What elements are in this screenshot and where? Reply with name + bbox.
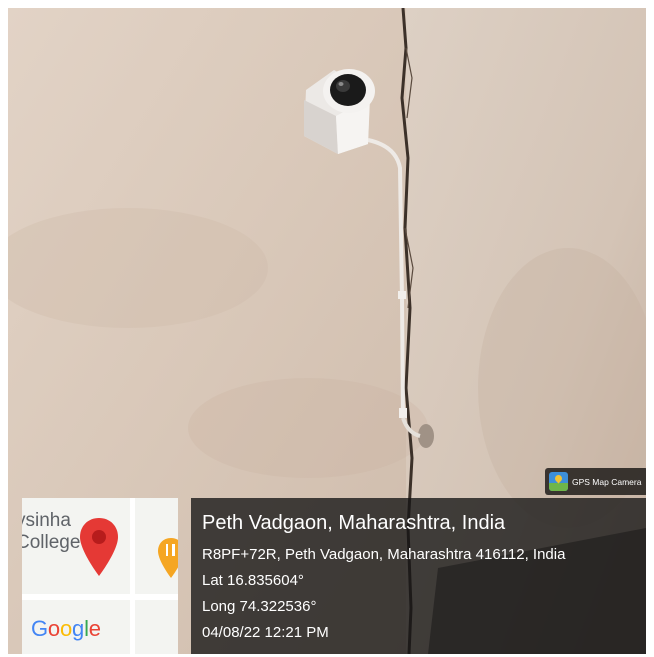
gps-map-camera-app-icon: [549, 472, 568, 491]
map-place-label: ysinha College: [22, 510, 81, 553]
restaurant-poi-icon: [158, 538, 178, 578]
location-marker-icon: [80, 518, 118, 576]
photo-frame: GPS Map Camera ysinha College Google Pet…: [8, 8, 646, 654]
location-info-panel: Peth Vadgaon, Maharashtra, India R8PF+72…: [191, 498, 646, 654]
latitude-text: Lat 16.835604°: [202, 572, 304, 589]
google-logo: Google: [31, 616, 101, 641]
gps-map-camera-badge: GPS Map Camera: [545, 468, 646, 495]
longitude-text: Long 74.322536°: [202, 598, 317, 615]
location-address: R8PF+72R, Peth Vadgaon, Maharashtra 4161…: [202, 546, 566, 563]
datetime-text: 04/08/22 12:21 PM: [202, 624, 329, 641]
map-thumbnail: ysinha College Google: [22, 498, 178, 654]
location-title: Peth Vadgaon, Maharashtra, India: [202, 512, 506, 534]
badge-label: GPS Map Camera: [572, 476, 642, 487]
